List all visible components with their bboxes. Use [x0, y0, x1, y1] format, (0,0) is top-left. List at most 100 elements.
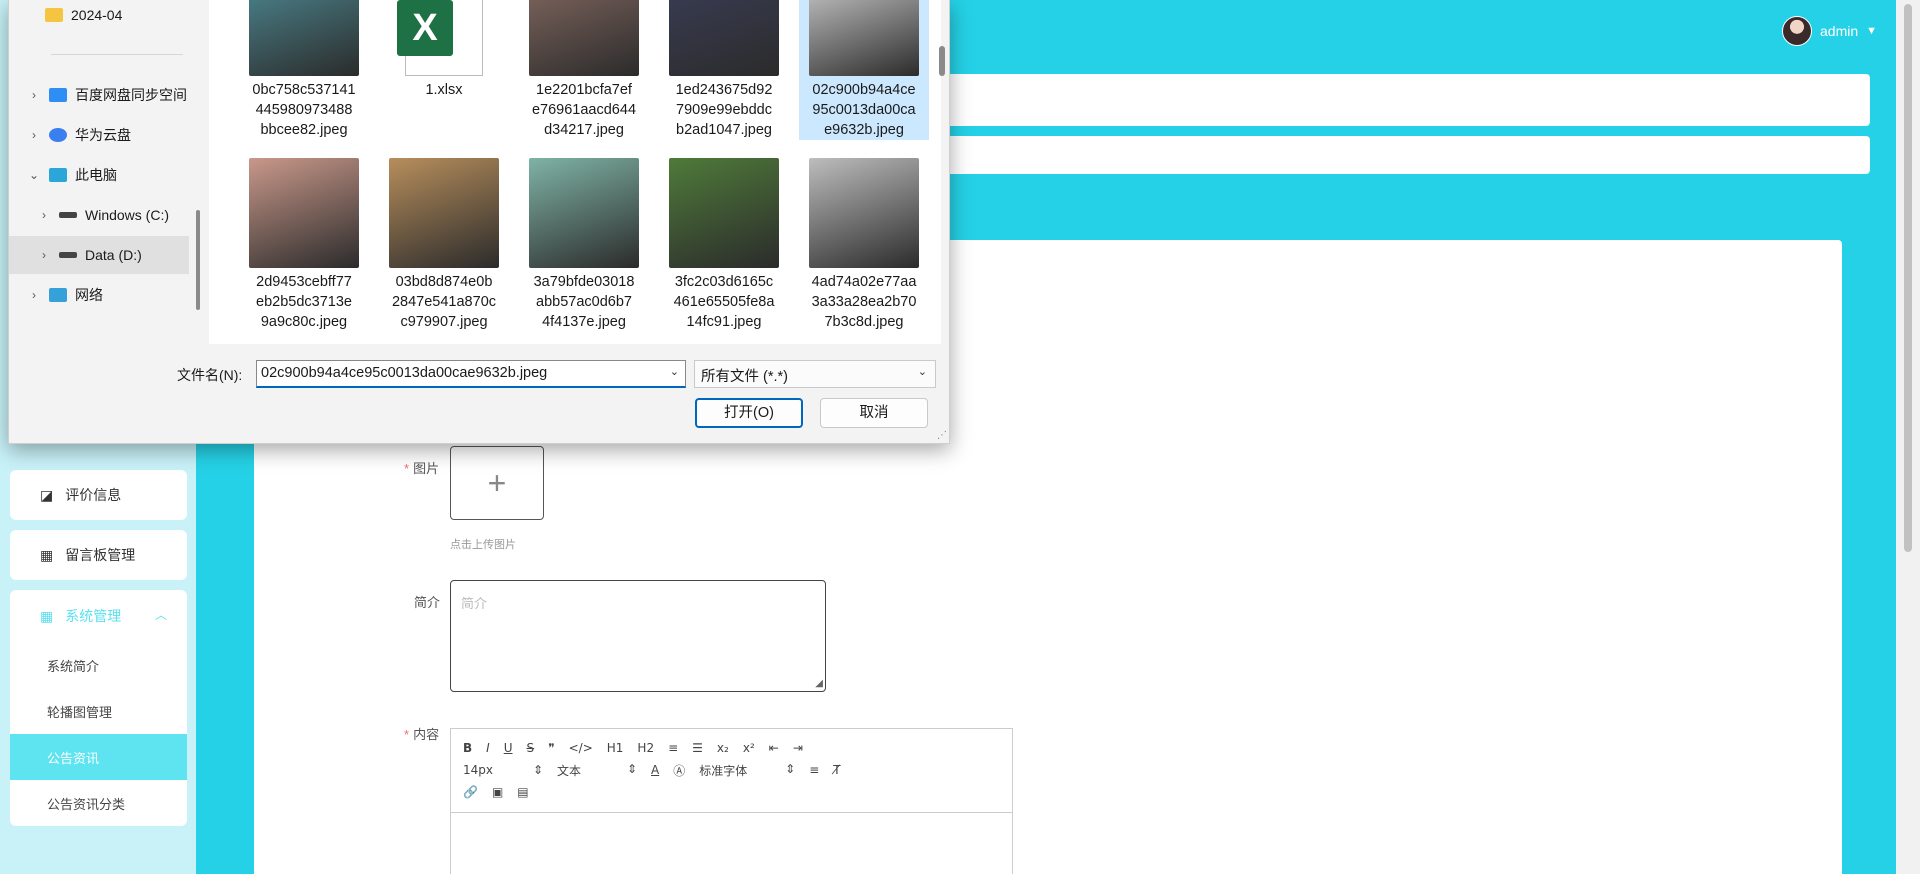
font-family-select[interactable]: 标准字体 ⇕: [699, 762, 795, 779]
chevron-right-icon[interactable]: ›: [27, 88, 41, 102]
tree-item-huawei-cloud[interactable]: › 华为云盘: [9, 116, 189, 154]
file-item[interactable]: X 1.xlsx: [379, 0, 509, 100]
toolbar-row-style: 14px ⇕ 文本 ⇕ A Ⓐ 标准字体 ⇕ ≡ T̸: [463, 759, 1000, 781]
baidu-netdisk-icon: [49, 88, 67, 102]
subscript-button[interactable]: x₂: [717, 741, 729, 755]
file-item[interactable]: 2d9453cebff77 eb2b5dc3713e 9a9c80c.jpeg: [239, 158, 369, 332]
code-button[interactable]: </>: [569, 741, 593, 755]
tree-item-baidu-netdisk[interactable]: › 百度网盘同步空间: [9, 76, 189, 114]
quote-button[interactable]: ❞: [548, 741, 554, 755]
user-menu[interactable]: admin ▼: [1782, 16, 1877, 46]
strike-button[interactable]: S: [527, 741, 535, 755]
file-name-line: 3fc2c03d6165c: [674, 274, 774, 290]
text-style-select[interactable]: 文本 ⇕: [557, 762, 637, 779]
sidebar-subitem-system-intro[interactable]: 系统简介: [10, 642, 187, 688]
chevron-down-icon[interactable]: ⌄: [27, 168, 41, 182]
filename-input[interactable]: 02c900b94a4ce95c0013da00cae9632b.jpeg ⌄: [256, 360, 686, 388]
font-size-select[interactable]: 14px ⇕: [463, 763, 543, 777]
intro-placeholder: 简介: [461, 596, 488, 611]
file-name-line: 0bc758c537141: [252, 82, 356, 98]
open-button[interactable]: 打开(O): [695, 398, 803, 428]
tree-item-network[interactable]: › 网络: [9, 276, 189, 314]
file-name-line: b2ad1047.jpeg: [676, 122, 772, 138]
chevron-right-icon[interactable]: ›: [27, 128, 41, 142]
filetype-select[interactable]: 所有文件 (*.*) ⌄: [694, 360, 936, 388]
image-thumbnail: [529, 158, 639, 268]
chevron-right-icon[interactable]: ›: [37, 248, 51, 262]
link-icon[interactable]: 🔗: [463, 785, 478, 799]
sidebar-subitem-announcement-categories[interactable]: 公告资讯分类: [10, 780, 187, 826]
tree-item-2024-04[interactable]: 2024-04: [9, 0, 189, 34]
chevron-right-icon[interactable]: ›: [27, 288, 41, 302]
chevron-right-icon[interactable]: ›: [37, 208, 51, 222]
indent-button[interactable]: ⇥: [793, 741, 803, 755]
tree-item-drive-d[interactable]: › Data (D:): [9, 236, 189, 274]
chevron-down-icon[interactable]: ⌄: [670, 365, 679, 378]
chevron-down-icon[interactable]: ⌄: [918, 365, 927, 378]
image-field-label: * 图片: [404, 461, 440, 476]
video-icon[interactable]: ▤: [517, 785, 528, 799]
file-name-line: 1ed243675d92: [675, 82, 773, 98]
resize-grip-icon[interactable]: ⋰: [937, 430, 947, 441]
file-name-line: 95c0013da00ca: [812, 102, 916, 118]
clear-format-icon[interactable]: T̸: [833, 763, 840, 777]
file-list-scrollbar[interactable]: [939, 46, 945, 76]
file-name-line: 7b3c8d.jpeg: [824, 314, 904, 330]
file-item[interactable]: 03bd8d874e0b 2847e541a870c c979907.jpeg: [379, 158, 509, 332]
h1-button[interactable]: H1: [607, 741, 624, 755]
folder-icon: [45, 8, 63, 22]
outdent-button[interactable]: ⇤: [769, 741, 779, 755]
image-icon[interactable]: ▣: [492, 785, 503, 799]
ordered-list-button[interactable]: ≡: [668, 741, 678, 755]
image-upload-button[interactable]: +: [450, 446, 544, 520]
superscript-button[interactable]: x²: [743, 741, 755, 755]
cancel-button[interactable]: 取消: [820, 398, 928, 428]
file-name-line: 3a79bfde03018: [533, 274, 635, 290]
sidebar-item-reviews[interactable]: ◪ 评价信息: [10, 470, 187, 520]
page-scrollbar-thumb[interactable]: [1904, 4, 1912, 552]
image-thumbnail: [249, 158, 359, 268]
sidebar-item-label: 评价信息: [65, 487, 122, 503]
bullet-list-button[interactable]: ☰: [692, 741, 703, 755]
sidebar-subitem-announcements[interactable]: 公告资讯: [10, 734, 187, 780]
sidebar-item-label: 留言板管理: [65, 547, 136, 563]
file-open-dialog: 2024-04 › 百度网盘同步空间 › 华为云盘 ⌄ 此电脑 › Window…: [8, 0, 950, 444]
sidebar-group-system: ▦ 系统管理 ︿ 系统简介 轮播图管理 公告资讯 公告资讯分类: [10, 590, 187, 826]
file-item[interactable]: 3a79bfde03018 abb57ac0d6b7 4f4137e.jpeg: [519, 158, 649, 332]
italic-button[interactable]: I: [486, 741, 490, 755]
bold-button[interactable]: B: [463, 741, 472, 755]
file-item[interactable]: 4ad74a02e77aa 3a33a28ea2b70 7b3c8d.jpeg: [799, 158, 929, 332]
navigation-scrollbar[interactable]: [196, 210, 200, 310]
file-name-line: 1e2201bcfa7ef: [536, 82, 632, 98]
tree-item-drive-c[interactable]: › Windows (C:): [9, 196, 189, 234]
font-color-icon[interactable]: A: [651, 763, 659, 777]
underline-button[interactable]: U: [504, 741, 513, 755]
toolbar-row-insert: 🔗 ▣ ▤: [463, 781, 1000, 803]
drive-icon: [59, 252, 77, 258]
align-icon[interactable]: ≡: [809, 763, 819, 777]
intro-textarea[interactable]: 简介 ◢: [450, 580, 826, 692]
sidebar-subitem-carousel[interactable]: 轮播图管理: [10, 688, 187, 734]
file-name-line: 9a9c80c.jpeg: [260, 314, 348, 330]
image-thumbnail: [389, 158, 499, 268]
background-color-icon[interactable]: Ⓐ: [673, 762, 685, 779]
file-item[interactable]: 0bc758c537141 445980973488 bbcee82.jpeg: [239, 0, 369, 140]
file-name-line: 2d9453cebff77: [256, 274, 352, 290]
sidebar-group-header[interactable]: ▦ 系统管理 ︿: [10, 590, 187, 642]
resize-grip-icon[interactable]: ◢: [815, 678, 823, 689]
image-thumbnail: [809, 0, 919, 76]
file-item[interactable]: 3fc2c03d6165c 461e65505fe8a 14fc91.jpeg: [659, 158, 789, 332]
file-name-line: e76961aacd644: [531, 102, 637, 118]
page-scrollbar[interactable]: [1896, 0, 1920, 874]
file-item[interactable]: 1ed243675d92 7909e99ebddc b2ad1047.jpeg: [659, 0, 789, 140]
tree-item-this-pc[interactable]: ⌄ 此电脑: [9, 156, 189, 194]
sidebar-item-message-board[interactable]: ▦ 留言板管理: [10, 530, 187, 580]
breadcrumb-bar: [800, 74, 1870, 126]
file-item[interactable]: 02c900b94a4ce 95c0013da00ca e9632b.jpeg: [799, 0, 929, 140]
intro-field-label: 简介: [414, 595, 441, 610]
file-name-line: 02c900b94a4ce: [812, 82, 916, 98]
file-name-line: abb57ac0d6b7: [536, 294, 632, 310]
file-name-line: 3a33a28ea2b70: [811, 294, 917, 310]
file-item[interactable]: 1e2201bcfa7ef e76961aacd644 d34217.jpeg: [519, 0, 649, 140]
h2-button[interactable]: H2: [637, 741, 654, 755]
